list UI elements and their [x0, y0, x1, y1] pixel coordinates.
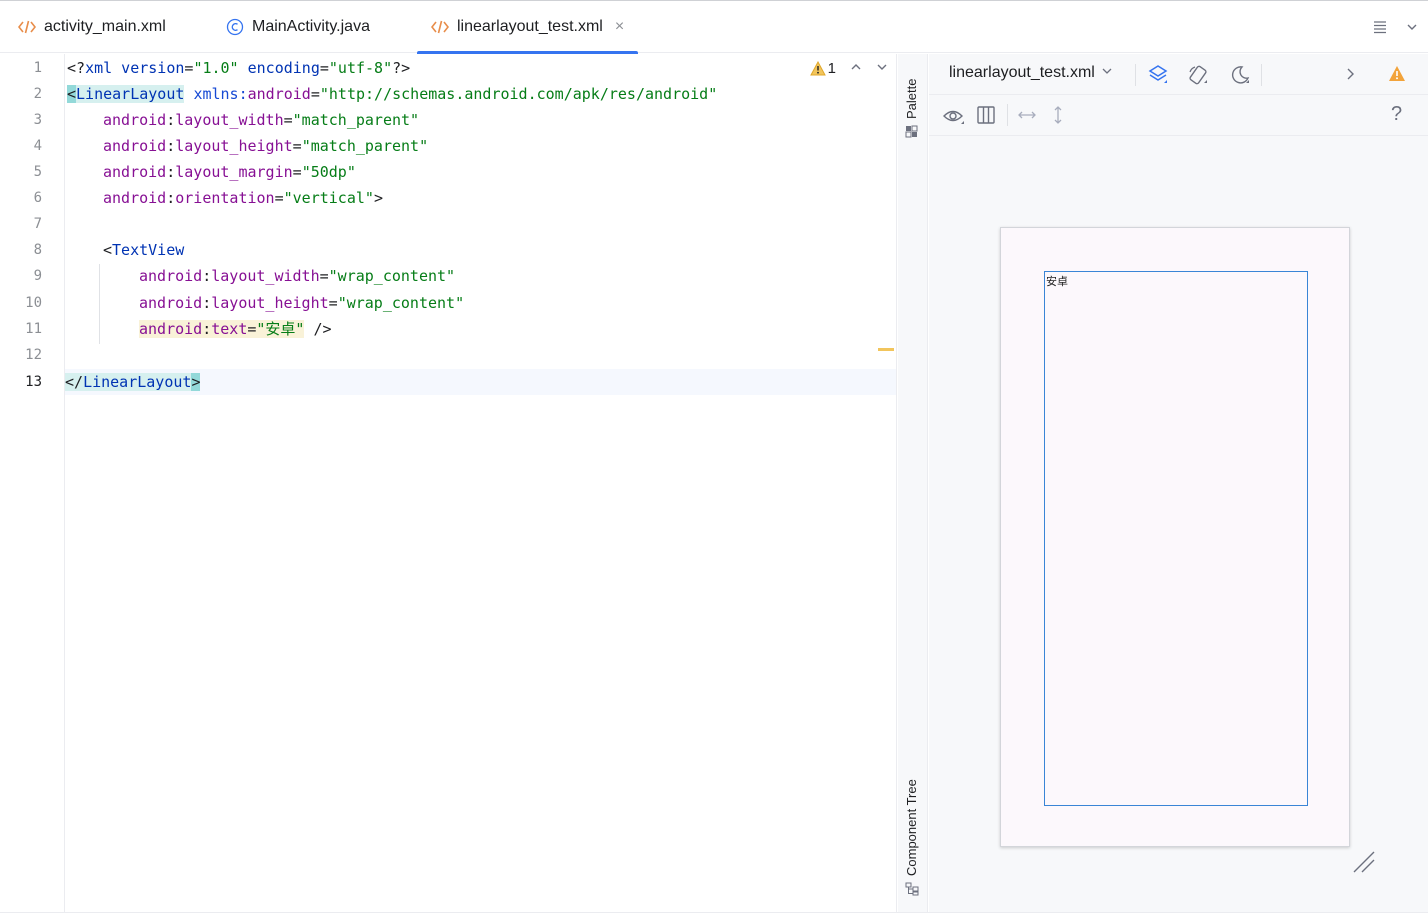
line-number: 3 — [33, 112, 42, 128]
warning-icon — [809, 61, 826, 76]
toolbar-separator — [1135, 64, 1136, 86]
close-icon[interactable]: × — [615, 18, 624, 36]
code-line-8: <TextView — [103, 241, 185, 259]
code-line-10: android:layout_height="wrap_content" — [139, 294, 465, 312]
code-line-2: <LinearLayout xmlns:android="http://sche… — [67, 85, 718, 103]
toolbar-separator — [1261, 64, 1262, 86]
editor-tab-bar: activity_main.xml MainActivity.java line… — [0, 0, 1428, 54]
palette-tool-button[interactable]: Palette — [904, 79, 919, 138]
tab-main-activity[interactable]: MainActivity.java — [226, 1, 370, 53]
line-number: 11 — [25, 321, 42, 337]
line-number-gutter: 1 2 3 4 5 6 7 8 9 10 11 12 13 — [0, 54, 65, 912]
code-line-6: android:orientation="vertical"> — [103, 189, 383, 207]
toolbar-separator — [1007, 104, 1008, 126]
line-number: 10 — [25, 295, 42, 311]
code-line-13: </LinearLayout> — [65, 369, 896, 395]
code-line-4: android:layout_height="match_parent" — [103, 137, 429, 155]
line-number: 8 — [33, 242, 42, 258]
line-number: 4 — [33, 138, 42, 154]
tab-label: activity_main.xml — [44, 18, 166, 35]
chevron-down-icon[interactable] — [876, 60, 888, 77]
component-tree-label: Component Tree — [904, 779, 919, 876]
columns-icon[interactable] — [976, 105, 996, 125]
design-toolbar-secondary: ? — [929, 95, 1428, 136]
code-line-11: android:text="安卓" /> — [139, 320, 332, 338]
component-tree-icon — [905, 882, 919, 896]
status-strip — [0, 912, 1428, 922]
vertical-resize-icon[interactable] — [1049, 105, 1067, 125]
design-surface-icon[interactable] — [1147, 64, 1169, 86]
tab-activity-main[interactable]: activity_main.xml — [18, 1, 166, 53]
line-number: 2 — [33, 86, 42, 102]
inspection-widget[interactable]: 1 — [809, 60, 888, 77]
design-toolbar-top: linearlayout_test.xml — [929, 54, 1428, 95]
xml-icon — [18, 19, 36, 35]
chevron-up-icon[interactable] — [850, 60, 862, 77]
code-line-1: <?xml version="1.0" encoding="utf-8"?> — [67, 59, 411, 77]
tab-list-icon[interactable] — [1364, 19, 1396, 35]
eye-icon[interactable] — [942, 105, 966, 127]
chevron-down-icon[interactable] — [1396, 20, 1428, 34]
line-number: 1 — [33, 60, 42, 76]
line-number: 7 — [33, 216, 42, 232]
warning-count: 1 — [827, 60, 836, 77]
chevron-right-icon[interactable] — [1343, 66, 1357, 82]
xml-icon — [431, 19, 449, 35]
orientation-icon[interactable] — [1187, 64, 1209, 86]
tab-label: MainActivity.java — [252, 18, 370, 35]
line-number: 12 — [25, 347, 42, 363]
class-icon — [226, 18, 244, 36]
palette-label: Palette — [904, 78, 919, 119]
current-line-number: 13 — [25, 374, 42, 390]
chevron-down-icon — [1101, 64, 1113, 82]
layout-design-panel: linearlayout_test.xml ? 安卓 — [929, 54, 1428, 912]
warning-icon[interactable] — [1388, 65, 1406, 82]
code-line-5: android:layout_margin="50dp" — [103, 163, 356, 181]
tab-bar-actions — [1364, 1, 1428, 53]
line-number: 9 — [33, 268, 42, 284]
layout-file-dropdown[interactable]: linearlayout_test.xml — [949, 64, 1113, 82]
device-preview[interactable]: 安卓 — [1000, 227, 1350, 847]
tab-label: linearlayout_test.xml — [457, 18, 603, 35]
design-side-strip: Palette Component Tree — [898, 54, 928, 912]
component-tree-tool-button[interactable]: Component Tree — [904, 779, 919, 896]
night-mode-icon[interactable] — [1229, 64, 1251, 86]
tab-linearlayout-test[interactable]: linearlayout_test.xml × — [417, 1, 639, 54]
layout-file-name: linearlayout_test.xml — [949, 64, 1095, 81]
warning-indicator[interactable]: 1 — [809, 60, 836, 77]
line-number: 5 — [33, 164, 42, 180]
code-editor[interactable]: 1 2 3 4 5 6 7 8 9 10 11 12 13 <?xml vers… — [0, 54, 897, 912]
linearlayout-bounds[interactable]: 安卓 — [1044, 271, 1308, 806]
help-icon[interactable]: ? — [1391, 103, 1402, 126]
line-number: 6 — [33, 190, 42, 206]
resize-handle-icon[interactable] — [1351, 849, 1377, 875]
code-line-3: android:layout_width="match_parent" — [103, 111, 420, 129]
horizontal-resize-icon[interactable] — [1017, 106, 1037, 124]
palette-icon — [905, 125, 918, 138]
warning-stripe-marker[interactable] — [878, 348, 894, 351]
preview-textview[interactable]: 安卓 — [1046, 273, 1068, 289]
code-line-9: android:layout_width="wrap_content" — [139, 267, 456, 285]
